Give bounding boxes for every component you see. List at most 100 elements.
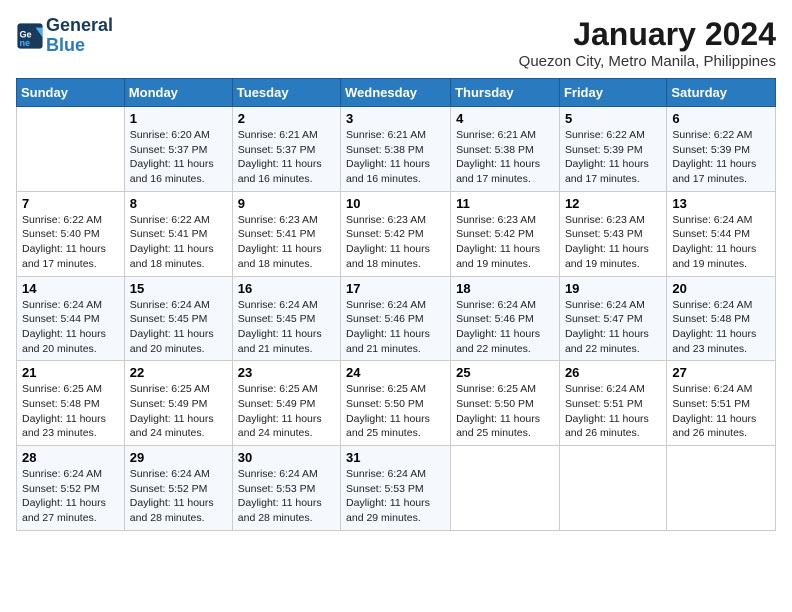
day-info: Sunrise: 6:24 AMSunset: 5:52 PMDaylight:… bbox=[130, 467, 227, 526]
day-cell: 1 Sunrise: 6:20 AMSunset: 5:37 PMDayligh… bbox=[124, 107, 232, 192]
day-cell: 8 Sunrise: 6:22 AMSunset: 5:41 PMDayligh… bbox=[124, 191, 232, 276]
day-cell: 28 Sunrise: 6:24 AMSunset: 5:52 PMDaylig… bbox=[17, 446, 125, 531]
day-cell bbox=[451, 446, 560, 531]
day-cell: 27 Sunrise: 6:24 AMSunset: 5:51 PMDaylig… bbox=[667, 361, 776, 446]
day-number: 22 bbox=[130, 365, 227, 380]
day-info: Sunrise: 6:24 AMSunset: 5:47 PMDaylight:… bbox=[565, 298, 661, 357]
day-cell: 16 Sunrise: 6:24 AMSunset: 5:45 PMDaylig… bbox=[232, 276, 340, 361]
day-info: Sunrise: 6:24 AMSunset: 5:52 PMDaylight:… bbox=[22, 467, 119, 526]
title-block: January 2024 Quezon City, Metro Manila, … bbox=[519, 16, 776, 70]
day-cell: 21 Sunrise: 6:25 AMSunset: 5:48 PMDaylig… bbox=[17, 361, 125, 446]
day-info: Sunrise: 6:25 AMSunset: 5:50 PMDaylight:… bbox=[346, 382, 445, 441]
day-info: Sunrise: 6:24 AMSunset: 5:51 PMDaylight:… bbox=[565, 382, 661, 441]
day-number: 26 bbox=[565, 365, 661, 380]
day-number: 21 bbox=[22, 365, 119, 380]
day-cell: 2 Sunrise: 6:21 AMSunset: 5:37 PMDayligh… bbox=[232, 107, 340, 192]
day-number: 18 bbox=[456, 281, 554, 296]
weekday-header-row: SundayMondayTuesdayWednesdayThursdayFrid… bbox=[17, 79, 776, 107]
svg-text:ne: ne bbox=[20, 38, 31, 48]
day-number: 27 bbox=[672, 365, 770, 380]
day-info: Sunrise: 6:24 AMSunset: 5:44 PMDaylight:… bbox=[22, 298, 119, 357]
day-number: 6 bbox=[672, 111, 770, 126]
day-info: Sunrise: 6:25 AMSunset: 5:49 PMDaylight:… bbox=[130, 382, 227, 441]
day-info: Sunrise: 6:21 AMSunset: 5:37 PMDaylight:… bbox=[238, 128, 335, 187]
day-number: 15 bbox=[130, 281, 227, 296]
day-cell: 3 Sunrise: 6:21 AMSunset: 5:38 PMDayligh… bbox=[341, 107, 451, 192]
day-info: Sunrise: 6:24 AMSunset: 5:51 PMDaylight:… bbox=[672, 382, 770, 441]
day-info: Sunrise: 6:24 AMSunset: 5:44 PMDaylight:… bbox=[672, 213, 770, 272]
day-cell: 22 Sunrise: 6:25 AMSunset: 5:49 PMDaylig… bbox=[124, 361, 232, 446]
day-cell: 26 Sunrise: 6:24 AMSunset: 5:51 PMDaylig… bbox=[559, 361, 666, 446]
day-number: 16 bbox=[238, 281, 335, 296]
day-info: Sunrise: 6:22 AMSunset: 5:39 PMDaylight:… bbox=[672, 128, 770, 187]
day-cell: 6 Sunrise: 6:22 AMSunset: 5:39 PMDayligh… bbox=[667, 107, 776, 192]
day-cell: 11 Sunrise: 6:23 AMSunset: 5:42 PMDaylig… bbox=[451, 191, 560, 276]
day-cell bbox=[559, 446, 666, 531]
day-cell: 5 Sunrise: 6:22 AMSunset: 5:39 PMDayligh… bbox=[559, 107, 666, 192]
day-number: 5 bbox=[565, 111, 661, 126]
day-number: 1 bbox=[130, 111, 227, 126]
day-cell: 23 Sunrise: 6:25 AMSunset: 5:49 PMDaylig… bbox=[232, 361, 340, 446]
location-title: Quezon City, Metro Manila, Philippines bbox=[519, 53, 776, 70]
day-info: Sunrise: 6:24 AMSunset: 5:46 PMDaylight:… bbox=[346, 298, 445, 357]
day-info: Sunrise: 6:23 AMSunset: 5:42 PMDaylight:… bbox=[456, 213, 554, 272]
day-cell: 30 Sunrise: 6:24 AMSunset: 5:53 PMDaylig… bbox=[232, 446, 340, 531]
day-info: Sunrise: 6:25 AMSunset: 5:50 PMDaylight:… bbox=[456, 382, 554, 441]
day-number: 2 bbox=[238, 111, 335, 126]
day-info: Sunrise: 6:23 AMSunset: 5:41 PMDaylight:… bbox=[238, 213, 335, 272]
day-info: Sunrise: 6:24 AMSunset: 5:46 PMDaylight:… bbox=[456, 298, 554, 357]
weekday-header-thursday: Thursday bbox=[451, 79, 560, 107]
weekday-header-friday: Friday bbox=[559, 79, 666, 107]
calendar-table: SundayMondayTuesdayWednesdayThursdayFrid… bbox=[16, 78, 776, 531]
logo-icon: Ge ne bbox=[16, 22, 44, 50]
day-cell: 10 Sunrise: 6:23 AMSunset: 5:42 PMDaylig… bbox=[341, 191, 451, 276]
day-number: 12 bbox=[565, 196, 661, 211]
day-number: 11 bbox=[456, 196, 554, 211]
day-cell: 17 Sunrise: 6:24 AMSunset: 5:46 PMDaylig… bbox=[341, 276, 451, 361]
weekday-header-monday: Monday bbox=[124, 79, 232, 107]
day-number: 28 bbox=[22, 450, 119, 465]
day-cell: 29 Sunrise: 6:24 AMSunset: 5:52 PMDaylig… bbox=[124, 446, 232, 531]
weekday-header-sunday: Sunday bbox=[17, 79, 125, 107]
week-row-1: 1 Sunrise: 6:20 AMSunset: 5:37 PMDayligh… bbox=[17, 107, 776, 192]
day-cell bbox=[17, 107, 125, 192]
day-cell: 15 Sunrise: 6:24 AMSunset: 5:45 PMDaylig… bbox=[124, 276, 232, 361]
day-cell: 7 Sunrise: 6:22 AMSunset: 5:40 PMDayligh… bbox=[17, 191, 125, 276]
day-info: Sunrise: 6:25 AMSunset: 5:48 PMDaylight:… bbox=[22, 382, 119, 441]
day-number: 14 bbox=[22, 281, 119, 296]
day-info: Sunrise: 6:24 AMSunset: 5:53 PMDaylight:… bbox=[238, 467, 335, 526]
logo-text: GeneralBlue bbox=[46, 16, 113, 56]
day-cell: 14 Sunrise: 6:24 AMSunset: 5:44 PMDaylig… bbox=[17, 276, 125, 361]
day-number: 9 bbox=[238, 196, 335, 211]
day-cell: 9 Sunrise: 6:23 AMSunset: 5:41 PMDayligh… bbox=[232, 191, 340, 276]
day-number: 23 bbox=[238, 365, 335, 380]
day-number: 30 bbox=[238, 450, 335, 465]
day-info: Sunrise: 6:22 AMSunset: 5:41 PMDaylight:… bbox=[130, 213, 227, 272]
weekday-header-tuesday: Tuesday bbox=[232, 79, 340, 107]
day-number: 19 bbox=[565, 281, 661, 296]
day-cell: 4 Sunrise: 6:21 AMSunset: 5:38 PMDayligh… bbox=[451, 107, 560, 192]
day-number: 7 bbox=[22, 196, 119, 211]
day-cell bbox=[667, 446, 776, 531]
day-info: Sunrise: 6:24 AMSunset: 5:48 PMDaylight:… bbox=[672, 298, 770, 357]
weekday-header-wednesday: Wednesday bbox=[341, 79, 451, 107]
day-info: Sunrise: 6:23 AMSunset: 5:43 PMDaylight:… bbox=[565, 213, 661, 272]
day-number: 13 bbox=[672, 196, 770, 211]
day-info: Sunrise: 6:21 AMSunset: 5:38 PMDaylight:… bbox=[346, 128, 445, 187]
day-info: Sunrise: 6:24 AMSunset: 5:45 PMDaylight:… bbox=[238, 298, 335, 357]
month-title: January 2024 bbox=[519, 16, 776, 53]
day-number: 31 bbox=[346, 450, 445, 465]
day-number: 10 bbox=[346, 196, 445, 211]
day-info: Sunrise: 6:20 AMSunset: 5:37 PMDaylight:… bbox=[130, 128, 227, 187]
day-number: 8 bbox=[130, 196, 227, 211]
day-info: Sunrise: 6:24 AMSunset: 5:45 PMDaylight:… bbox=[130, 298, 227, 357]
week-row-5: 28 Sunrise: 6:24 AMSunset: 5:52 PMDaylig… bbox=[17, 446, 776, 531]
logo: Ge ne GeneralBlue bbox=[16, 16, 113, 56]
week-row-3: 14 Sunrise: 6:24 AMSunset: 5:44 PMDaylig… bbox=[17, 276, 776, 361]
weekday-header-saturday: Saturday bbox=[667, 79, 776, 107]
day-info: Sunrise: 6:23 AMSunset: 5:42 PMDaylight:… bbox=[346, 213, 445, 272]
day-cell: 24 Sunrise: 6:25 AMSunset: 5:50 PMDaylig… bbox=[341, 361, 451, 446]
day-info: Sunrise: 6:22 AMSunset: 5:39 PMDaylight:… bbox=[565, 128, 661, 187]
day-number: 29 bbox=[130, 450, 227, 465]
day-cell: 19 Sunrise: 6:24 AMSunset: 5:47 PMDaylig… bbox=[559, 276, 666, 361]
